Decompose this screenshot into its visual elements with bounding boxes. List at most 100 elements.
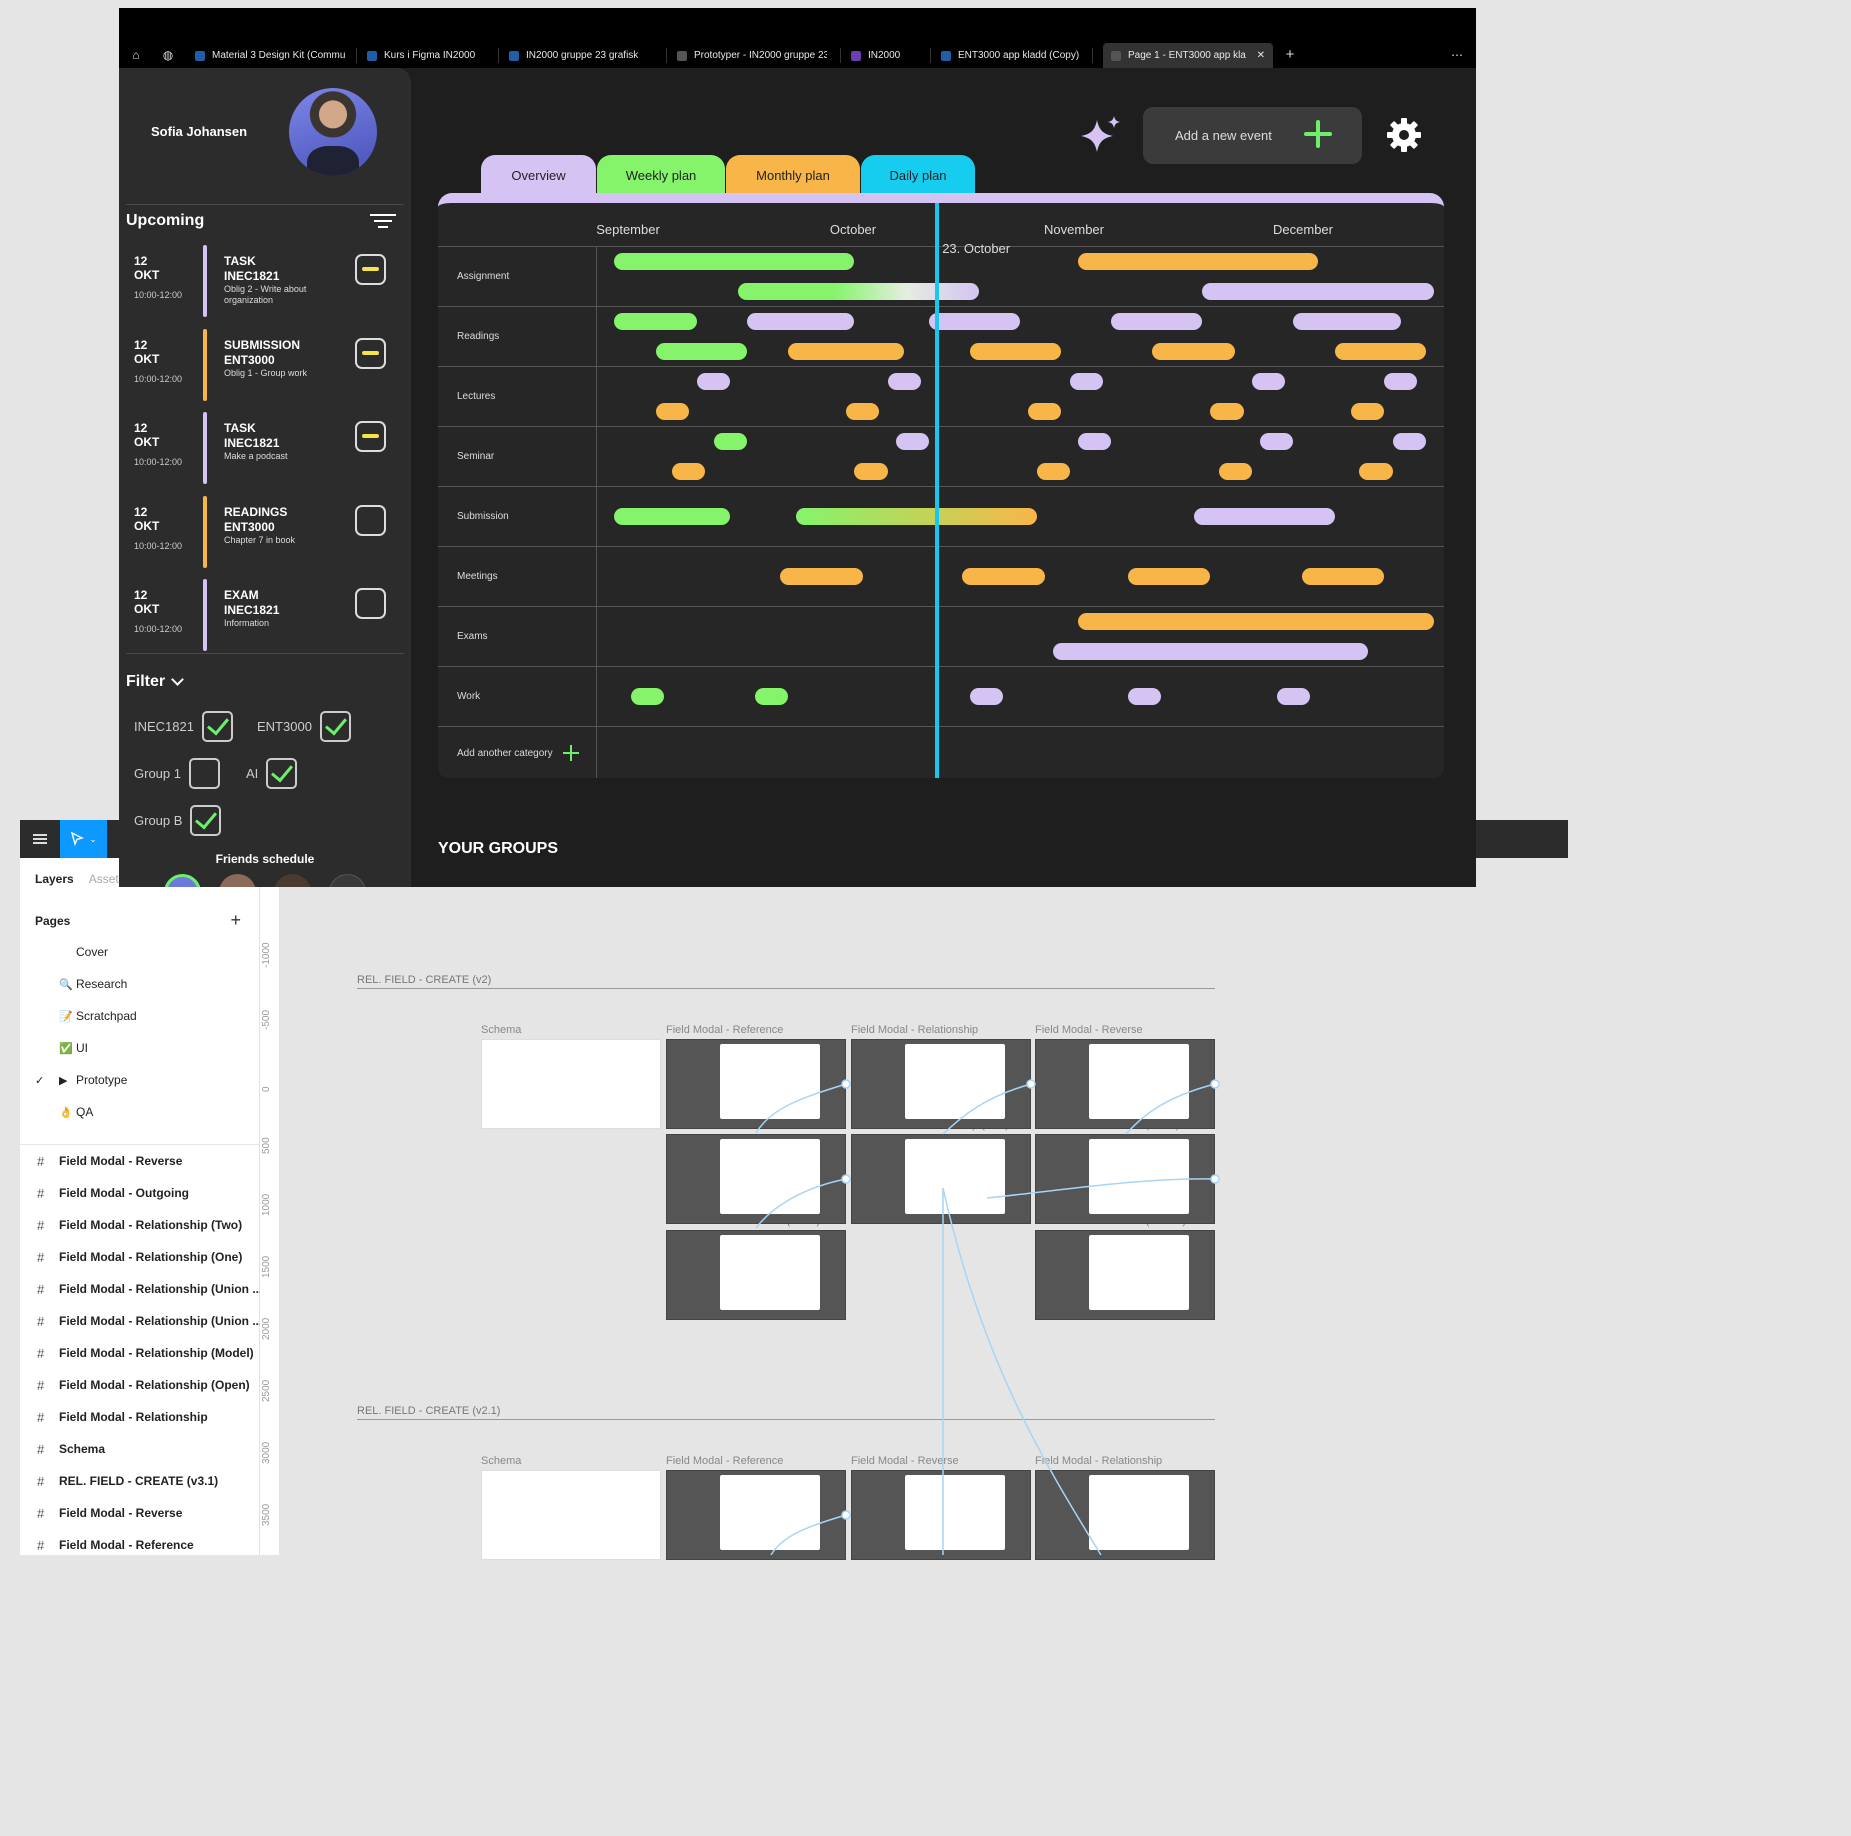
event-bar[interactable] — [1351, 403, 1385, 420]
layer-item[interactable]: # Field Modal - Reference — [37, 1535, 194, 1555]
event-bar[interactable] — [1202, 283, 1434, 300]
event-bar[interactable] — [962, 568, 1045, 585]
event-bar[interactable] — [1077, 253, 1319, 270]
status-checkbox[interactable] — [355, 337, 386, 369]
filter-option[interactable]: Group 1 — [134, 758, 220, 789]
move-tool-button[interactable]: ⌄ — [60, 820, 107, 858]
page-item[interactable]: 🔍 Research — [35, 974, 127, 994]
event-bar[interactable] — [1053, 643, 1368, 660]
status-checkbox[interactable] — [355, 254, 386, 285]
globe-icon[interactable]: ◍ — [159, 46, 177, 64]
event-bar[interactable] — [1152, 343, 1236, 360]
layer-item[interactable]: # Field Modal - Relationship (Union ... — [37, 1279, 262, 1299]
layer-item[interactable]: # Field Modal - Relationship (Union ... — [37, 1311, 262, 1331]
checkbox[interactable] — [190, 805, 222, 836]
browser-tab[interactable]: Kurs i Figma IN2000 — [367, 43, 475, 68]
event-bar[interactable] — [1301, 568, 1385, 585]
ai-sparkle-icon[interactable] — [1081, 116, 1121, 156]
page-item[interactable]: 👌 QA — [35, 1102, 93, 1122]
event-bar[interactable] — [1210, 403, 1244, 420]
page-item[interactable]: Cover — [35, 942, 108, 962]
browser-tab[interactable]: IN2000 — [851, 43, 900, 68]
event-bar[interactable] — [1276, 688, 1310, 705]
status-checkbox[interactable] — [355, 588, 386, 619]
layer-item[interactable]: # REL. FIELD - CREATE (v3.1) — [37, 1471, 218, 1491]
event-bar[interactable] — [746, 313, 855, 330]
new-tab-icon[interactable]: + — [1281, 46, 1299, 64]
filter-toggle[interactable]: Filter — [126, 673, 184, 691]
checkbox[interactable] — [266, 758, 298, 789]
filter-option[interactable]: ENT3000 — [257, 711, 351, 742]
page-item[interactable]: 📝 Scratchpad — [35, 1006, 137, 1026]
browser-tab[interactable]: ENT3000 app kladd (Copy) — [941, 43, 1079, 68]
event-bar[interactable] — [1111, 313, 1203, 330]
event-bar[interactable] — [1127, 568, 1211, 585]
layer-item[interactable]: # Field Modal - Outgoing — [37, 1183, 189, 1203]
event-bar[interactable] — [738, 283, 979, 300]
event-bar[interactable] — [846, 403, 880, 420]
event-bar[interactable] — [796, 508, 1037, 525]
event-bar[interactable] — [1077, 433, 1112, 450]
event-bar[interactable] — [1069, 373, 1103, 390]
avatar[interactable] — [289, 88, 377, 176]
event-bar[interactable] — [672, 463, 706, 480]
main-menu-button[interactable] — [20, 820, 60, 858]
event-bar[interactable] — [1036, 463, 1070, 480]
checkbox[interactable] — [188, 758, 220, 789]
browser-tab[interactable]: Material 3 Design Kit (Commun — [195, 43, 345, 68]
add-page-icon[interactable]: + — [230, 911, 241, 929]
upcoming-item[interactable]: 12 OKT 10:00-12:00 TASK INEC1821 Make a podca… — [134, 412, 389, 491]
event-bar[interactable] — [1218, 463, 1252, 480]
checkbox[interactable] — [319, 711, 351, 742]
event-bar[interactable] — [1028, 403, 1062, 420]
event-bar[interactable] — [895, 433, 929, 450]
event-bar[interactable] — [655, 403, 689, 420]
event-bar[interactable] — [1251, 373, 1285, 390]
event-bar[interactable] — [1077, 613, 1434, 630]
event-bar[interactable] — [887, 373, 921, 390]
event-bar[interactable] — [1384, 373, 1418, 390]
browser-tab[interactable]: Prototyper - IN2000 gruppe 23 — [677, 43, 827, 68]
layer-item[interactable]: # Field Modal - Relationship (Open) — [37, 1375, 250, 1395]
event-bar[interactable] — [713, 433, 747, 450]
home-icon[interactable]: ⌂ — [127, 46, 145, 64]
event-bar[interactable] — [970, 343, 1062, 360]
event-bar[interactable] — [1193, 508, 1335, 525]
upcoming-item[interactable]: 12 OKT 10:00-12:00 TASK INEC1821 Oblig 2 - Wr… — [134, 245, 389, 324]
tab-weekly-plan[interactable]: Weekly plan — [597, 155, 725, 195]
layer-item[interactable]: # Schema — [37, 1439, 105, 1459]
page-item[interactable]: ✅ UI — [35, 1038, 88, 1058]
event-bar[interactable] — [614, 253, 855, 270]
gear-icon[interactable] — [1385, 116, 1423, 154]
event-bar[interactable] — [779, 568, 863, 585]
event-bar[interactable] — [1359, 463, 1393, 480]
tab-monthly-plan[interactable]: Monthly plan — [726, 155, 860, 195]
figma-canvas[interactable]: REL. FIELD - CREATE (v2) Schema Field Mo… — [281, 858, 1568, 1560]
close-icon[interactable]: ✕ — [1257, 50, 1265, 61]
event-bar[interactable] — [630, 688, 664, 705]
filter-option[interactable]: INEC1821 — [134, 711, 233, 742]
friend-avatar[interactable] — [164, 874, 201, 887]
filter-option[interactable]: AI — [246, 758, 298, 789]
upcoming-item[interactable]: 12 OKT 10:00-12:00 EXAM INEC1821 Information — [134, 579, 389, 658]
friend-avatar[interactable] — [274, 874, 311, 887]
event-bar[interactable] — [788, 343, 905, 360]
event-bar[interactable] — [614, 313, 698, 330]
browser-tab[interactable]: IN2000 gruppe 23 grafisk — [509, 43, 638, 68]
add-friend-button[interactable] — [329, 874, 366, 887]
event-bar[interactable] — [1392, 433, 1426, 450]
status-checkbox[interactable] — [355, 421, 386, 452]
event-bar[interactable] — [854, 463, 888, 480]
friend-avatar[interactable] — [219, 874, 256, 887]
layer-item[interactable]: # Field Modal - Reverse — [37, 1151, 182, 1171]
event-bar[interactable] — [928, 313, 1020, 330]
upcoming-item[interactable]: 12 OKT 10:00-12:00 SUBMISSION ENT3000 Oblig 1… — [134, 328, 389, 408]
tab-layers[interactable]: Layers — [35, 872, 74, 886]
event-bar[interactable] — [1293, 313, 1401, 330]
event-bar[interactable] — [697, 373, 731, 390]
layer-item[interactable]: # Field Modal - Reverse — [37, 1503, 182, 1523]
checkbox[interactable] — [201, 711, 233, 742]
browser-tab[interactable]: Page 1 - ENT3000 app kladd ✕ — [1103, 43, 1273, 68]
event-bar[interactable] — [614, 508, 731, 525]
filter-option[interactable]: Group B — [134, 805, 222, 836]
